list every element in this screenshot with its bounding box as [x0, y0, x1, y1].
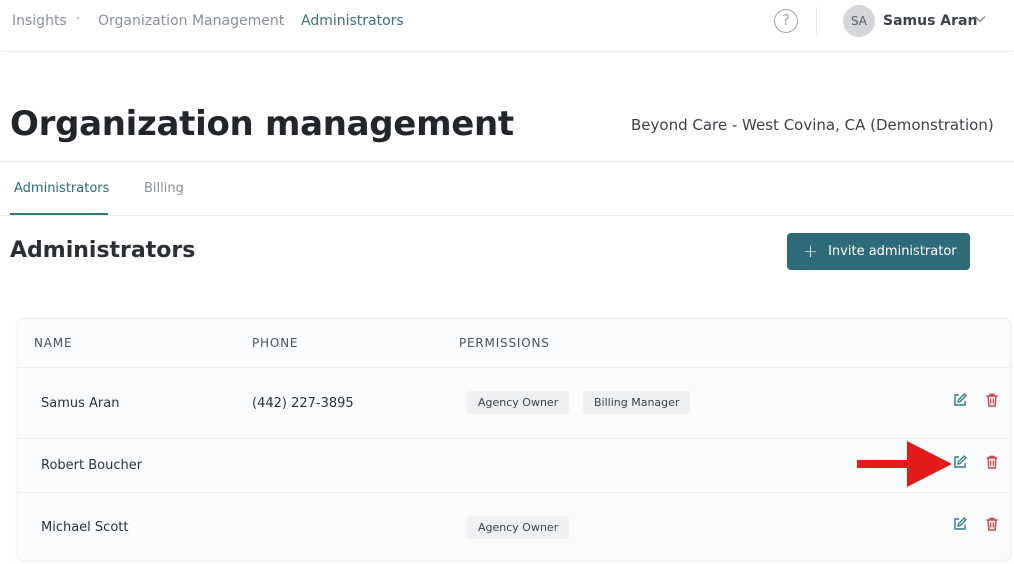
section-title: Administrators: [10, 238, 196, 263]
permission-badge: Agency Owner: [467, 391, 570, 414]
breadcrumb-administrators: Administrators: [301, 13, 404, 29]
trash-icon[interactable]: [984, 454, 1000, 470]
divider: [0, 215, 1014, 216]
user-name[interactable]: Samus Aran: [883, 13, 977, 29]
breadcrumb-organization-management[interactable]: Organization Management: [98, 13, 284, 29]
trash-icon[interactable]: [984, 516, 1000, 532]
edit-icon[interactable]: [952, 454, 968, 470]
admin-name: Robert Boucher: [41, 458, 143, 473]
divider: [0, 161, 1014, 162]
row-divider: [18, 492, 1012, 493]
column-header-permissions[interactable]: PERMISSIONS: [459, 336, 550, 350]
breadcrumb-insights[interactable]: Insights: [12, 13, 67, 29]
administrators-table: NAME PHONE PERMISSIONS Samus Aran (442) …: [17, 318, 1012, 561]
edit-icon[interactable]: [952, 392, 968, 408]
annotation-arrow-icon: [857, 441, 952, 487]
page-title: Organization management: [10, 104, 514, 144]
avatar[interactable]: SA: [843, 5, 875, 37]
tab-administrators[interactable]: Administrators: [14, 181, 109, 196]
row-divider: [18, 438, 1012, 439]
organization-name: Beyond Care - West Covina, CA (Demonstra…: [631, 116, 994, 134]
permission-badge: Agency Owner: [467, 516, 570, 539]
help-icon[interactable]: ?: [774, 9, 798, 33]
chevron-down-icon[interactable]: [973, 12, 987, 26]
edit-icon[interactable]: [952, 516, 968, 532]
invite-administrator-button[interactable]: + Invite administrator: [787, 233, 970, 270]
invite-button-label: Invite administrator: [828, 244, 957, 259]
breadcrumb-separator: ·: [280, 12, 285, 27]
tab-billing[interactable]: Billing: [144, 181, 184, 196]
column-header-phone[interactable]: PHONE: [252, 336, 298, 350]
admin-phone: (442) 227-3895: [252, 396, 354, 411]
trash-icon[interactable]: [984, 392, 1000, 408]
breadcrumb-separator: ·: [76, 12, 81, 27]
row-divider: [18, 367, 1012, 368]
top-bar: Insights · Organization Management · Adm…: [0, 0, 1014, 52]
admin-name: Michael Scott: [41, 520, 129, 535]
header-divider: [816, 7, 817, 35]
plus-icon: +: [803, 240, 819, 262]
permission-badge: Billing Manager: [583, 391, 691, 414]
column-header-name[interactable]: NAME: [34, 336, 72, 350]
admin-name: Samus Aran: [41, 396, 120, 411]
